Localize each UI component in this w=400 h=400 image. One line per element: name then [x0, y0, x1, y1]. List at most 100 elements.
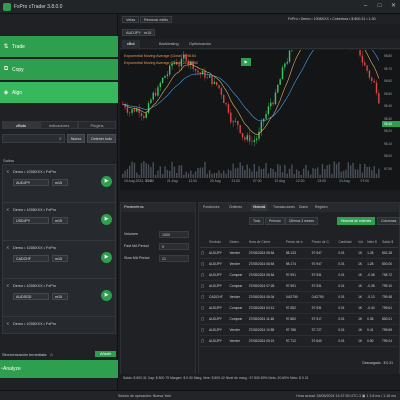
row-checkbox[interactable]: ▢ — [200, 291, 208, 303]
nav-copy[interactable]: ⧉ Copy — [0, 59, 118, 80]
instance-symbol-select[interactable]: AUDSGD — [13, 293, 49, 300]
cbot-instance-card[interactable]: ✕ Demo • 1008XXX • FxPro AUDJPY m15 ▶ — [2, 164, 116, 204]
row-checkbox[interactable]: ▢ — [200, 313, 208, 325]
columns-button[interactable]: Columnas — [377, 217, 400, 225]
tab-orders[interactable]: Órdenes — [227, 204, 244, 211]
collapse-icon[interactable]: ✕ — [6, 283, 9, 288]
param-volume-input[interactable]: 1000 — [159, 231, 189, 238]
col-header[interactable]: Saldo $ — [381, 237, 398, 248]
col-header[interactable] — [200, 237, 208, 248]
nav-trade[interactable]: ⇅ Trade — [0, 36, 118, 57]
maximize-button[interactable]: □ — [376, 3, 383, 10]
tab-positions[interactable]: Posiciones — [201, 204, 221, 211]
play-icon[interactable]: ▶ — [101, 214, 112, 225]
cbot-instance-card[interactable]: ✕ Demo • 1008XXX • FxPro USDJPY m15 ▶ — [2, 202, 116, 242]
instance-symbol-select[interactable]: CADCHF — [13, 255, 49, 262]
instance-symbol-select[interactable]: USDJPY — [13, 217, 49, 224]
table-row[interactable]: ▢ AUDJPY Comprar 27/08/2024 07:28 97.991 97.9… — [200, 280, 398, 292]
tab-history[interactable]: Historial — [251, 204, 268, 211]
table-row[interactable]: ▢ AUDJPY Comprar 27/08/2024 08:54 97.991 97.9… — [200, 269, 398, 281]
table-row[interactable]: ▢ AUDJPY Vender 27/08/2024 09:21 97.712 97.64… — [200, 335, 398, 347]
cbot-instance-card[interactable]: ✕ Demo • 1008XXX • FxPro CADCHF m15 ▶ — [2, 240, 116, 280]
chart-type-tab[interactable]: Velas — [122, 16, 140, 23]
tab-backtesting[interactable]: Backtesting — [154, 40, 184, 48]
segment-cbots[interactable]: cBots — [2, 121, 40, 129]
col-header[interactable]: Neto $ — [366, 237, 381, 248]
collapse-icon[interactable]: ✕ — [6, 245, 9, 250]
instance-timeframe-select[interactable]: m15 — [52, 217, 68, 224]
row-checkbox[interactable]: ▢ — [200, 302, 208, 314]
price-chart[interactable]: Exponential Moving Average (Close, 9) 98… — [120, 50, 400, 190]
new-cbot-button[interactable]: Nuevo — [66, 134, 86, 143]
row-checkbox[interactable]: ▢ — [200, 247, 208, 259]
table-row[interactable]: ▢ AUDJPY Vender 27/08/2024 08:54 98.133 97.94… — [200, 247, 398, 259]
col-header[interactable]: Símbolo — [208, 237, 229, 248]
col-header[interactable]: Hora de Cierre — [247, 237, 285, 248]
symbol-tab[interactable]: AUDJPY m15 — [122, 29, 156, 36]
tab-log[interactable]: Registro — [313, 204, 330, 211]
time-tick-label: 20 Aug — [210, 179, 221, 183]
candle-body — [150, 99, 152, 104]
filter-all[interactable]: Todo — [249, 217, 265, 225]
col-header[interactable]: Cantidad — [337, 237, 358, 248]
tab-journal[interactable]: Diario — [297, 204, 310, 211]
table-row[interactable]: ▢ AUDJPY Comprar 27/08/2024 04:12 97.982 97.9… — [200, 302, 398, 314]
play-icon[interactable]: ▶ — [101, 176, 112, 187]
instance-timeframe-select[interactable]: m15 — [52, 179, 68, 186]
tab-transactions[interactable]: Transacciones — [271, 204, 297, 211]
cbot-group-label[interactable]: Saltos — [3, 158, 14, 163]
cbot-instance-card[interactable]: ✕ Demo • 1008XXX • FxPro AUDSGD m15 ▶ — [2, 278, 116, 318]
row-checkbox[interactable]: ▢ — [200, 269, 208, 281]
col-header[interactable]: Precio de C. — [310, 237, 338, 248]
table-cell: 27/08/2024 08:54 — [247, 258, 285, 270]
close-window-button[interactable]: ✕ — [390, 3, 397, 10]
play-icon[interactable]: ▶ — [101, 252, 112, 263]
segment-plugins[interactable]: Plugins — [78, 121, 116, 129]
candle-body — [279, 79, 281, 85]
algo-search-input[interactable]: ⌕ — [2, 134, 65, 143]
style-tab[interactable]: Renovar estilo — [140, 16, 173, 23]
order-history-button[interactable]: Historial de órdenes — [337, 217, 376, 225]
add-instance-button[interactable]: Añadir — [95, 351, 116, 357]
play-icon[interactable]: ▶ — [101, 290, 112, 301]
row-checkbox[interactable]: ▢ — [200, 258, 208, 270]
candle-body — [253, 140, 255, 142]
tab-cbot[interactable]: cBot — [122, 40, 140, 48]
instance-timeframe-select[interactable]: m15 — [52, 293, 68, 300]
volume-bar — [378, 168, 380, 178]
candle-body — [241, 132, 244, 138]
candle-body — [223, 94, 225, 104]
row-checkbox[interactable]: ▢ — [200, 280, 208, 292]
collapse-icon[interactable]: ✕ — [6, 169, 9, 174]
chart-play-icon[interactable]: ▶ — [241, 58, 251, 66]
segment-indicators[interactable]: Indicadores — [40, 121, 78, 129]
cbot-instance-card[interactable]: ✕ Demo • 1008XXX • FxPro — [2, 316, 116, 334]
filter-period[interactable]: Periodo — [265, 217, 285, 225]
tab-optimization[interactable]: Optimización — [184, 40, 216, 48]
nav-analyze[interactable]: ◔ Analyze — [0, 360, 118, 378]
instance-symbol-select[interactable]: AUDJPY — [13, 179, 49, 186]
collapse-icon[interactable]: ✕ — [6, 207, 9, 212]
table-row[interactable]: ▢ CADCHF Vender 27/08/2024 05:34 0.62790 0.62… — [200, 291, 398, 303]
table-row[interactable]: ▢ AUDJPY Vender 27/08/2024 08:54 98.174 97.94… — [200, 258, 398, 270]
table-row[interactable]: ▢ AUDJPY Comprar 27/08/2024 11:48 97.860 97.9… — [200, 313, 398, 325]
param-slow-ma-input[interactable]: 21 — [159, 255, 189, 262]
row-checkbox[interactable]: ▢ — [200, 324, 208, 336]
account-summary[interactable]: FxPro • Demo • 1008XXX • Cobertura • $ 8… — [288, 17, 376, 21]
col-header[interactable]: Precio de e. — [284, 237, 311, 248]
volume-bar — [122, 173, 124, 178]
collapse-icon[interactable]: ✕ — [6, 321, 9, 326]
table-row[interactable]: ▢ AUDJPY Vender 27/08/2024 10:55 97.786 97.72… — [200, 324, 398, 336]
filter-last-3-months[interactable]: Últimos 3 meses — [285, 217, 319, 225]
volume-bar — [375, 173, 378, 178]
candlestick-plot[interactable] — [120, 50, 382, 179]
stop-all-button[interactable]: Detener todo — [87, 134, 116, 143]
candle-body — [213, 82, 216, 84]
nav-algo[interactable]: ◈ Algo — [0, 82, 118, 103]
minimize-button[interactable]: – — [362, 3, 369, 10]
row-checkbox[interactable]: ▢ — [200, 335, 208, 347]
col-header[interactable]: Vol. — [357, 237, 367, 248]
instance-timeframe-select[interactable]: m15 — [52, 255, 68, 262]
col-header[interactable]: Direcc. — [228, 237, 248, 248]
param-fast-ma-input[interactable]: 9 — [159, 243, 189, 250]
